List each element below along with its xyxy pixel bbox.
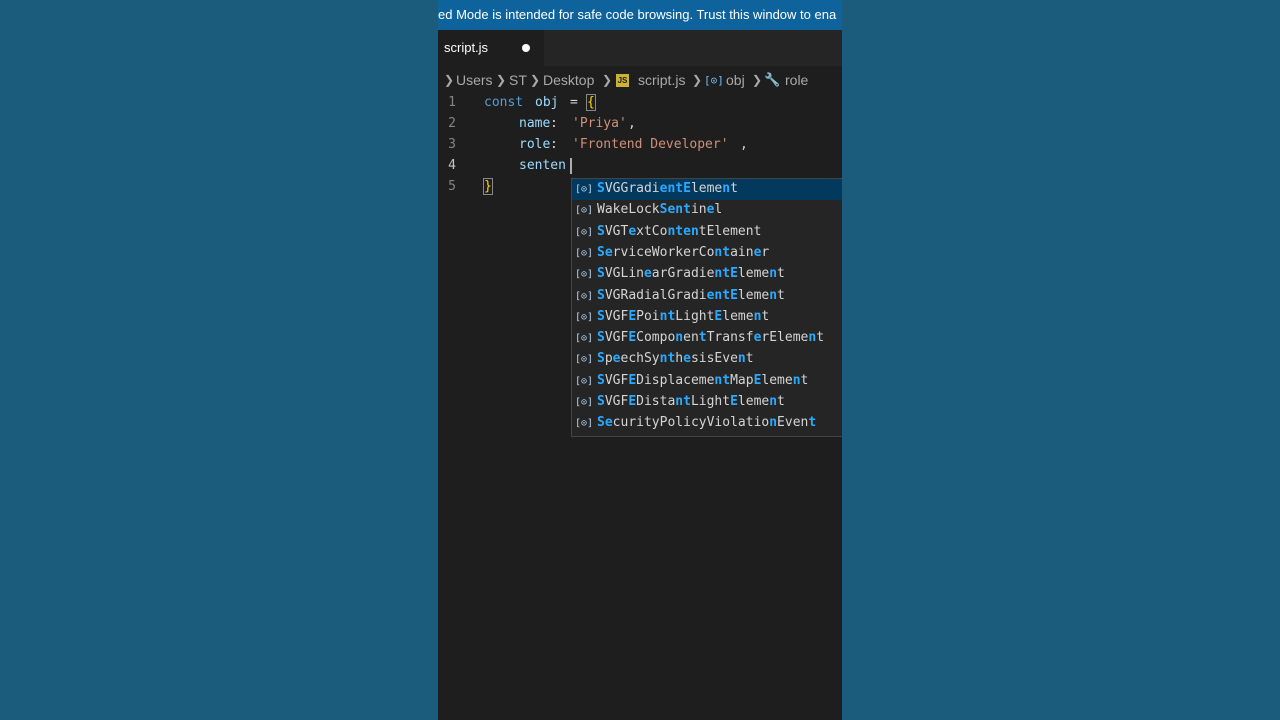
chevron-right-icon: ❯	[752, 73, 763, 87]
suggestion-item[interactable]: [⊙] SVGGradientElement	[572, 179, 842, 200]
code-line-active: 4 senten	[438, 155, 842, 176]
typed-text: senten	[519, 158, 566, 173]
symbol-variable-icon: [⊙]	[575, 375, 594, 387]
breadcrumb-item-st[interactable]: ST	[509, 72, 527, 88]
background-left	[0, 0, 438, 720]
js-file-icon: JS	[616, 74, 629, 87]
unsaved-dot-icon[interactable]	[522, 44, 530, 52]
property-key: role	[519, 137, 551, 152]
suggestion-item[interactable]: [⊙] SVGFEComponentTransferElement	[572, 328, 842, 349]
suggestion-widget[interactable]: [⊙] SVGGradientElement [⊙] WakeLockSentinel…	[571, 178, 842, 437]
symbol-variable-icon: [⊙]	[575, 397, 594, 408]
suggestion-label: SVGFEComponentTransferElement	[597, 330, 825, 346]
line-number: 4	[448, 158, 456, 173]
suggestion-label: SVGFEPointLightElement	[597, 308, 770, 324]
chevron-right-icon: ❯	[530, 73, 541, 87]
breadcrumb: ❯ Users ❯ ST ❯ Desktop ❯ JS script.js ❯ …	[438, 68, 842, 92]
breadcrumb-item-users[interactable]: Users	[456, 72, 493, 88]
symbol-variable-icon: [⊙]	[575, 354, 594, 366]
code-line: 3 role : 'Frontend Developer' ,	[438, 134, 842, 155]
suggestion-item[interactable]: [⊙] SVGFEDistantLightElement	[572, 392, 842, 413]
chevron-right-icon: ❯	[692, 73, 703, 87]
suggestion-label: SVGTextContentElement	[597, 223, 762, 239]
suggestion-item[interactable]: [⊙] SVGRadialGradientElement	[572, 286, 842, 307]
line-number: 3	[448, 137, 456, 152]
breadcrumb-item-obj[interactable]: obj	[726, 72, 745, 88]
wrench-icon: 🔧	[764, 72, 781, 87]
tab-script-js[interactable]: script.js	[438, 30, 544, 66]
tab-label: script.js	[444, 40, 489, 55]
suggestion-label: SVGGradientElement	[597, 181, 738, 196]
chevron-right-icon: ❯	[496, 73, 507, 87]
symbol-variable-icon: [⊙]	[575, 247, 594, 259]
brace-token: }	[483, 178, 493, 195]
suggestion-item[interactable]: [⊙] SVGFEDisplacementMapElement	[572, 371, 842, 392]
suggestion-item[interactable]: [⊙] SecurityPolicyViolationEvent	[572, 413, 842, 434]
brace-token: {	[586, 94, 596, 111]
breadcrumb-item-role[interactable]: role	[785, 72, 808, 88]
symbol-variable-icon: [⊙]	[575, 226, 594, 238]
symbol-variable-icon: [⊙]	[575, 184, 594, 195]
operator-token: =	[570, 95, 578, 110]
suggestion-label: SVGRadialGradientElement	[597, 287, 785, 303]
suggestion-item[interactable]: [⊙] SVGTextContentElement	[572, 222, 842, 243]
string-token: 'Frontend Developer'	[572, 137, 729, 152]
colon-token: :	[550, 116, 558, 131]
suggestion-label: SVGFEDistantLightElement	[597, 394, 785, 409]
symbol-variable-icon: [⊙]	[575, 290, 594, 302]
banner-text: ed Mode is intended for safe code browsi…	[438, 7, 837, 22]
code-line: 2 name : 'Priya' ,	[438, 113, 842, 134]
comma-token: ,	[740, 137, 748, 152]
suggestion-label: SVGFEDisplacementMapElement	[597, 372, 809, 388]
text-cursor	[570, 158, 572, 174]
chevron-right-icon: ❯	[444, 73, 455, 87]
symbol-variable-icon: [⊙]	[575, 418, 594, 430]
breadcrumb-item-desktop[interactable]: Desktop	[543, 72, 594, 88]
line-number: 5	[448, 179, 456, 194]
suggestion-item[interactable]: [⊙] SVGFEPointLightElement	[572, 307, 842, 328]
property-key: name	[519, 116, 551, 131]
comma-token: ,	[628, 116, 636, 131]
symbol-variable-icon: [⊙]	[704, 74, 724, 87]
suggestion-item[interactable]: [⊙] SVGLinearGradientElement	[572, 264, 842, 285]
background-right	[842, 0, 1280, 720]
tab-bar: script.js	[438, 30, 842, 66]
suggestion-label: ServiceWorkerContainer	[597, 244, 770, 260]
suggestion-label: SecurityPolicyViolationEvent	[597, 415, 817, 431]
line-number: 2	[448, 116, 456, 131]
breadcrumb-item-file[interactable]: script.js	[638, 72, 685, 88]
keyword-token: const	[484, 95, 524, 110]
suggestion-item[interactable]: [⊙] WakeLockSentinel	[572, 200, 842, 221]
string-token: 'Priya'	[572, 116, 627, 131]
suggestion-item[interactable]: [⊙] ServiceWorkerContainer	[572, 243, 842, 264]
suggestion-label: WakeLockSentinel	[597, 202, 723, 218]
symbol-variable-icon: [⊙]	[575, 311, 594, 323]
suggestion-item[interactable]: [⊙] SpeechSynthesisEvent	[572, 349, 842, 370]
symbol-variable-icon: [⊙]	[575, 205, 594, 217]
restricted-mode-banner[interactable]: ed Mode is intended for safe code browsi…	[438, 0, 842, 30]
suggestion-label: SpeechSynthesisEvent	[597, 351, 754, 367]
code-line: 1 const obj = {	[438, 92, 842, 113]
identifier-token: obj	[535, 95, 559, 110]
chevron-right-icon: ❯	[602, 73, 613, 87]
symbol-variable-icon: [⊙]	[575, 333, 594, 345]
suggestion-label: SVGLinearGradientElement	[597, 266, 785, 282]
colon-token: :	[550, 137, 558, 152]
line-number: 1	[448, 95, 456, 110]
symbol-variable-icon: [⊙]	[575, 269, 594, 281]
